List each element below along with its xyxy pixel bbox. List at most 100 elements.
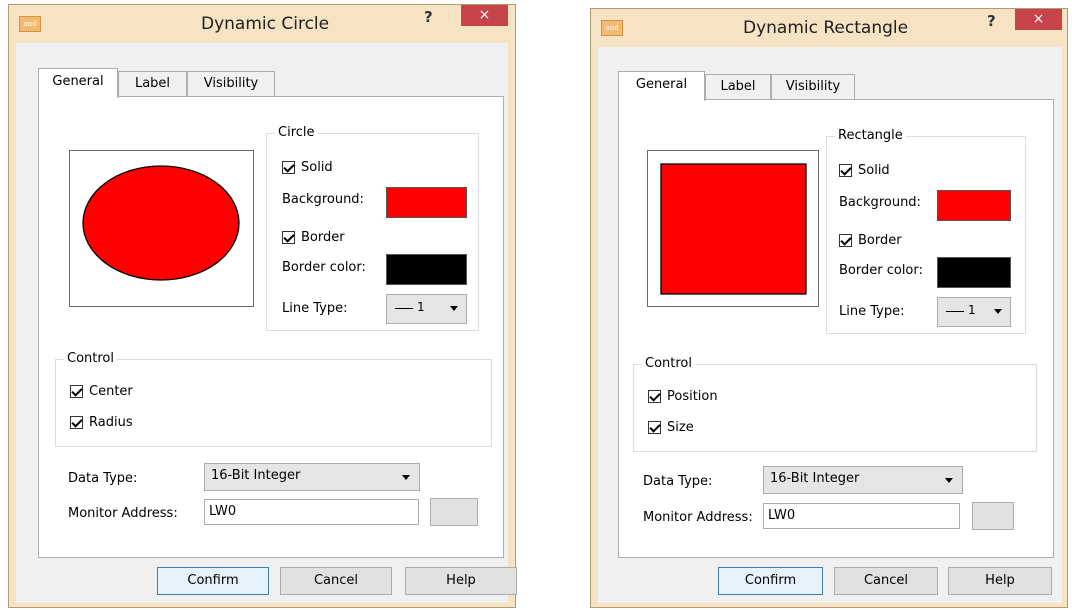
button-label: Confirm bbox=[744, 573, 797, 588]
title-bar: and Dynamic Circle ? × bbox=[9, 5, 515, 43]
dynamic-circle-dialog: and Dynamic Circle ? × General Label Vis… bbox=[8, 4, 517, 608]
center-checkbox[interactable]: Center bbox=[70, 384, 133, 399]
tab-label-text: Label bbox=[134, 76, 171, 91]
checkbox-label: Radius bbox=[89, 415, 133, 430]
background-color-swatch[interactable] bbox=[937, 190, 1011, 221]
button-label: Cancel bbox=[313, 573, 359, 588]
app-icon: and bbox=[19, 16, 41, 32]
button-label: Cancel bbox=[863, 573, 909, 588]
border-color-swatch[interactable] bbox=[386, 254, 467, 285]
tab-panel-general: Circle Solid Background: Border Border c… bbox=[38, 96, 504, 558]
radius-checkbox[interactable]: Radius bbox=[70, 415, 133, 430]
data-type-value: 16-Bit Integer bbox=[770, 471, 860, 486]
checkbox-label: Center bbox=[89, 384, 133, 399]
address-browse-button[interactable] bbox=[972, 502, 1014, 530]
preview-rectangle bbox=[660, 163, 807, 295]
checkbox-label: Position bbox=[667, 389, 718, 404]
checkbox-box[interactable] bbox=[282, 231, 295, 244]
preview-circle bbox=[82, 165, 240, 281]
close-button[interactable]: × bbox=[461, 5, 508, 26]
tab-general[interactable]: General bbox=[618, 71, 705, 101]
size-checkbox[interactable]: Size bbox=[648, 420, 694, 435]
title-bar: and Dynamic Rectangle ? × bbox=[591, 9, 1067, 47]
close-button[interactable]: × bbox=[1015, 9, 1062, 30]
data-type-dropdown[interactable]: 16-Bit Integer bbox=[204, 463, 420, 491]
tab-label-text: Visibility bbox=[785, 79, 841, 94]
app-icon: and bbox=[601, 20, 623, 36]
group-title: Control bbox=[642, 356, 695, 371]
data-type-value: 16-Bit Integer bbox=[211, 468, 301, 483]
line-type-dropdown[interactable]: 1 bbox=[386, 294, 467, 324]
checkbox-box[interactable] bbox=[839, 164, 852, 177]
checkbox-box[interactable] bbox=[282, 161, 295, 174]
data-type-dropdown[interactable]: 16-Bit Integer bbox=[763, 466, 963, 494]
line-sample bbox=[946, 311, 964, 312]
monitor-address-label: Monitor Address: bbox=[643, 510, 753, 525]
chevron-down-icon bbox=[450, 306, 458, 311]
tab-label[interactable]: Label bbox=[705, 74, 771, 100]
group-title: Circle bbox=[275, 125, 318, 140]
dynamic-rectangle-dialog: and Dynamic Rectangle ? × General Label … bbox=[590, 8, 1068, 608]
line-type-value: 1 bbox=[968, 303, 976, 317]
background-label: Background: bbox=[282, 192, 364, 207]
tab-visibility[interactable]: Visibility bbox=[771, 74, 855, 100]
border-color-swatch[interactable] bbox=[937, 257, 1011, 288]
shape-preview bbox=[647, 150, 819, 307]
cancel-button[interactable]: Cancel bbox=[280, 567, 392, 595]
rectangle-preview-svg bbox=[660, 163, 807, 295]
solid-checkbox[interactable]: Solid bbox=[839, 163, 890, 178]
rectangle-group: Rectangle Solid Background: Border Borde… bbox=[826, 128, 1026, 334]
data-type-label: Data Type: bbox=[68, 471, 138, 486]
monitor-address-input[interactable]: LW0 bbox=[204, 499, 419, 525]
position-checkbox[interactable]: Position bbox=[648, 389, 718, 404]
button-label: Help bbox=[985, 573, 1015, 588]
confirm-button[interactable]: Confirm bbox=[718, 567, 823, 595]
dialog-client: General Label Visibility Circle Solid Ba… bbox=[16, 43, 517, 603]
tab-panel-general: Rectangle Solid Background: Border Borde… bbox=[618, 99, 1054, 558]
solid-checkbox[interactable]: Solid bbox=[282, 160, 333, 175]
chevron-down-icon bbox=[402, 475, 410, 480]
tab-label[interactable]: Label bbox=[118, 71, 187, 97]
tab-label-text: Visibility bbox=[203, 76, 259, 91]
help-icon[interactable]: ? bbox=[987, 12, 996, 30]
address-browse-button[interactable] bbox=[430, 498, 478, 526]
close-icon: × bbox=[478, 7, 491, 23]
monitor-address-value: LW0 bbox=[209, 504, 237, 519]
line-type-dropdown[interactable]: 1 bbox=[937, 297, 1011, 327]
border-checkbox[interactable]: Border bbox=[282, 230, 345, 245]
dialog-title: Dynamic Circle bbox=[201, 14, 330, 34]
close-icon: × bbox=[1032, 11, 1045, 27]
button-label: Help bbox=[446, 573, 476, 588]
confirm-button[interactable]: Confirm bbox=[157, 567, 269, 595]
border-checkbox[interactable]: Border bbox=[839, 233, 902, 248]
group-title: Rectangle bbox=[835, 128, 906, 143]
shape-preview bbox=[69, 150, 254, 307]
tab-general[interactable]: General bbox=[38, 68, 118, 98]
cancel-button[interactable]: Cancel bbox=[834, 567, 938, 595]
checkbox-box[interactable] bbox=[839, 234, 852, 247]
monitor-address-input[interactable]: LW0 bbox=[763, 503, 960, 529]
checkbox-box[interactable] bbox=[648, 421, 661, 434]
circle-preview-svg bbox=[82, 165, 240, 281]
group-title: Control bbox=[64, 351, 117, 366]
chevron-down-icon bbox=[994, 309, 1002, 314]
checkbox-box[interactable] bbox=[70, 385, 83, 398]
background-color-swatch[interactable] bbox=[386, 187, 467, 218]
data-type-label: Data Type: bbox=[643, 474, 713, 489]
checkbox-box[interactable] bbox=[648, 390, 661, 403]
tab-label: General bbox=[52, 74, 104, 89]
dialog-title: Dynamic Rectangle bbox=[743, 18, 909, 38]
help-button[interactable]: Help bbox=[948, 567, 1052, 595]
border-color-label: Border color: bbox=[282, 260, 366, 275]
tab-visibility[interactable]: Visibility bbox=[187, 71, 275, 97]
line-sample bbox=[395, 308, 413, 309]
checkbox-label: Border bbox=[301, 230, 345, 245]
control-group: Control Center Radius bbox=[55, 351, 492, 447]
help-button[interactable]: Help bbox=[405, 567, 517, 595]
help-icon[interactable]: ? bbox=[424, 8, 433, 26]
monitor-address-value: LW0 bbox=[768, 508, 796, 523]
checkbox-box[interactable] bbox=[70, 416, 83, 429]
border-color-label: Border color: bbox=[839, 263, 923, 278]
line-type-label: Line Type: bbox=[839, 304, 905, 319]
line-type-label: Line Type: bbox=[282, 301, 348, 316]
